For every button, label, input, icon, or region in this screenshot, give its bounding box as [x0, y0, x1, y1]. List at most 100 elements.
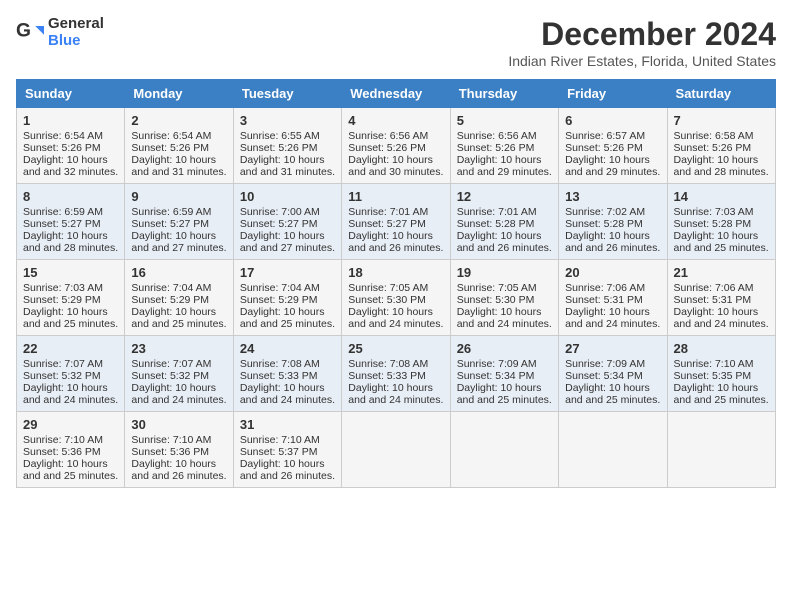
cell-info: Sunset: 5:31 PM — [565, 294, 660, 306]
day-number: 15 — [23, 265, 118, 280]
daylight-value: and and 31 minutes. — [131, 166, 226, 178]
calendar-cell: 14Sunrise: 7:03 AMSunset: 5:28 PMDayligh… — [667, 184, 775, 260]
calendar-header-row: SundayMondayTuesdayWednesdayThursdayFrid… — [17, 80, 776, 108]
cell-info: Sunrise: 6:59 AM — [23, 206, 118, 218]
calendar-cell: 30 Sunrise: 7:10 AMSunset: 5:36 PMDayligh… — [125, 412, 233, 488]
cell-info: Sunrise: 7:01 AM — [348, 206, 443, 218]
cell-info: Sunset: 5:34 PM — [565, 370, 660, 382]
daylight-value: and and 32 minutes. — [23, 166, 118, 178]
column-header-thursday: Thursday — [450, 80, 558, 108]
day-number: 8 — [23, 189, 118, 204]
calendar-cell: 11Sunrise: 7:01 AMSunset: 5:27 PMDayligh… — [342, 184, 450, 260]
daylight-label: Daylight: 10 hours — [348, 230, 443, 242]
daylight-value: and and 26 minutes. — [131, 470, 226, 482]
cell-info: Sunset: 5:28 PM — [674, 218, 769, 230]
daylight-label: Daylight: 10 hours — [674, 382, 769, 394]
calendar-cell: 3Sunrise: 6:55 AMSunset: 5:26 PMDaylight… — [233, 108, 341, 184]
calendar-cell: 23Sunrise: 7:07 AMSunset: 5:32 PMDayligh… — [125, 336, 233, 412]
daylight-value: and and 24 minutes. — [565, 318, 660, 330]
calendar-cell: 29Sunrise: 7:10 AMSunset: 5:36 PMDayligh… — [17, 412, 125, 488]
daylight-label: Daylight: 10 hours — [23, 230, 118, 242]
calendar-cell: 13Sunrise: 7:02 AMSunset: 5:28 PMDayligh… — [559, 184, 667, 260]
cell-info: Sunset: 5:36 PM — [131, 446, 226, 458]
cell-info: Sunrise: 7:08 AM — [240, 358, 335, 370]
daylight-label: Daylight: 10 hours — [565, 154, 660, 166]
calendar-cell: 7Sunrise: 6:58 AMSunset: 5:26 PMDaylight… — [667, 108, 775, 184]
day-number: 12 — [457, 189, 552, 204]
calendar-cell: 16Sunrise: 7:04 AMSunset: 5:29 PMDayligh… — [125, 260, 233, 336]
cell-info: Sunrise: 7:06 AM — [674, 282, 769, 294]
daylight-label: Daylight: 10 hours — [565, 306, 660, 318]
day-number: 2 — [131, 113, 226, 128]
calendar-cell: 31Sunrise: 7:10 AMSunset: 5:37 PMDayligh… — [233, 412, 341, 488]
cell-info: Sunset: 5:26 PM — [131, 142, 226, 154]
daylight-label: Daylight: 10 hours — [23, 306, 118, 318]
day-number: 28 — [674, 341, 769, 356]
calendar-cell: 22Sunrise: 7:07 AMSunset: 5:32 PMDayligh… — [17, 336, 125, 412]
daylight-label: Daylight: 10 hours — [565, 382, 660, 394]
cell-info: Sunrise: 6:56 AM — [348, 130, 443, 142]
daylight-value: and and 29 minutes. — [565, 166, 660, 178]
calendar-cell: 9Sunrise: 6:59 AMSunset: 5:27 PMDaylight… — [125, 184, 233, 260]
daylight-value: and and 24 minutes. — [674, 318, 769, 330]
daylight-label: Daylight: 10 hours — [565, 230, 660, 242]
day-number: 31 — [240, 417, 335, 432]
calendar-cell — [342, 412, 450, 488]
cell-info: Sunset: 5:35 PM — [674, 370, 769, 382]
day-number: 16 — [131, 265, 226, 280]
daylight-label: Daylight: 10 hours — [23, 458, 118, 470]
daylight-label: Daylight: 10 hours — [23, 154, 118, 166]
cell-info: Sunrise: 6:54 AM — [131, 130, 226, 142]
daylight-value: and and 24 minutes. — [348, 394, 443, 406]
calendar-cell: 5Sunrise: 6:56 AMSunset: 5:26 PMDaylight… — [450, 108, 558, 184]
day-number: 3 — [240, 113, 335, 128]
cell-info: Sunset: 5:30 PM — [457, 294, 552, 306]
daylight-label: Daylight: 10 hours — [240, 154, 335, 166]
calendar-cell — [450, 412, 558, 488]
location-title: Indian River Estates, Florida, United St… — [508, 53, 776, 69]
daylight-value: and and 30 minutes. — [348, 166, 443, 178]
daylight-value: and and 24 minutes. — [457, 318, 552, 330]
cell-info: Sunset: 5:27 PM — [23, 218, 118, 230]
column-header-tuesday: Tuesday — [233, 80, 341, 108]
calendar-cell: 19Sunrise: 7:05 AMSunset: 5:30 PMDayligh… — [450, 260, 558, 336]
daylight-value: and and 25 minutes. — [674, 394, 769, 406]
calendar-cell: 17Sunrise: 7:04 AMSunset: 5:29 PMDayligh… — [233, 260, 341, 336]
column-header-sunday: Sunday — [17, 80, 125, 108]
day-number: 4 — [348, 113, 443, 128]
daylight-value: and and 24 minutes. — [131, 394, 226, 406]
column-header-friday: Friday — [559, 80, 667, 108]
cell-info: Sunset: 5:33 PM — [348, 370, 443, 382]
daylight-label: Daylight: 10 hours — [674, 154, 769, 166]
calendar-cell: 24Sunrise: 7:08 AMSunset: 5:33 PMDayligh… — [233, 336, 341, 412]
daylight-label: Daylight: 10 hours — [240, 458, 335, 470]
cell-info: Sunset: 5:27 PM — [131, 218, 226, 230]
cell-info: Sunset: 5:36 PM — [23, 446, 118, 458]
calendar-week-row: 15Sunrise: 7:03 AMSunset: 5:29 PMDayligh… — [17, 260, 776, 336]
day-number: 14 — [674, 189, 769, 204]
cell-info: Sunrise: 7:04 AM — [240, 282, 335, 294]
cell-info: Sunrise: 7:10 AM — [131, 434, 226, 446]
logo-blue: Blue — [48, 33, 104, 50]
cell-info: Sunrise: 7:07 AM — [131, 358, 226, 370]
cell-info: Sunset: 5:26 PM — [348, 142, 443, 154]
day-number: 24 — [240, 341, 335, 356]
daylight-value: and and 27 minutes. — [131, 242, 226, 254]
cell-info: Sunset: 5:28 PM — [457, 218, 552, 230]
day-number: 26 — [457, 341, 552, 356]
title-block: December 2024 Indian River Estates, Flor… — [508, 16, 776, 69]
day-number: 30 — [131, 417, 226, 432]
cell-info: Sunrise: 6:54 AM — [23, 130, 118, 142]
daylight-value: and and 25 minutes. — [240, 318, 335, 330]
cell-info: Sunrise: 7:10 AM — [240, 434, 335, 446]
calendar-cell — [559, 412, 667, 488]
cell-info: Sunset: 5:26 PM — [674, 142, 769, 154]
cell-info: Sunrise: 7:06 AM — [565, 282, 660, 294]
daylight-label: Daylight: 10 hours — [131, 458, 226, 470]
day-number: 23 — [131, 341, 226, 356]
cell-info: Sunrise: 6:57 AM — [565, 130, 660, 142]
calendar-cell: 20Sunrise: 7:06 AMSunset: 5:31 PMDayligh… — [559, 260, 667, 336]
day-number: 11 — [348, 189, 443, 204]
day-number: 22 — [23, 341, 118, 356]
page-header: G General Blue December 2024 Indian Rive… — [16, 16, 776, 69]
